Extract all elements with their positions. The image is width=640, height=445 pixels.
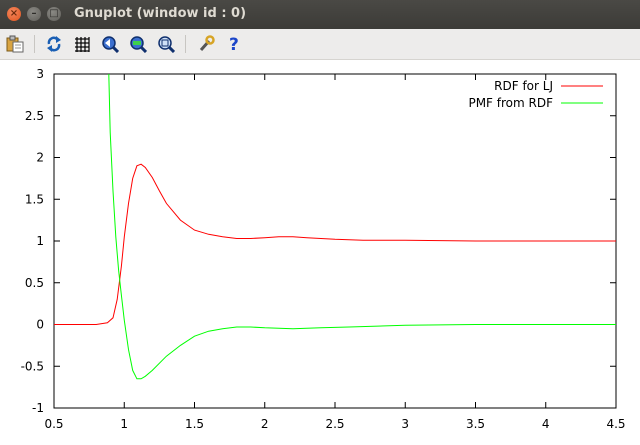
legend-label: RDF for LJ — [494, 79, 553, 93]
y-tick-label: -0.5 — [21, 359, 44, 373]
y-tick-label: -1 — [32, 401, 44, 415]
replot-icon — [47, 36, 61, 52]
x-tick-label: 2.5 — [325, 417, 344, 431]
x-tick-label: 4.5 — [606, 417, 625, 431]
y-tick-label: 2.5 — [25, 109, 44, 123]
toolbar-separator — [34, 35, 35, 53]
x-tick-label: 0.5 — [44, 417, 63, 431]
y-tick-label: 2 — [36, 151, 44, 165]
series-line-pmf — [108, 74, 616, 380]
grid-icon — [75, 37, 90, 52]
maximize-button[interactable]: □ — [47, 7, 61, 21]
toolbar: ? — [0, 29, 640, 60]
close-button[interactable]: × — [7, 7, 21, 21]
next-zoom-button[interactable] — [128, 34, 148, 54]
y-tick-label: 3 — [36, 67, 44, 81]
series-line-rdf — [54, 163, 616, 325]
x-tick-label: 3 — [401, 417, 409, 431]
next-zoom-icon — [130, 36, 147, 53]
toolbar-separator — [185, 35, 186, 53]
replot-button[interactable] — [44, 34, 64, 54]
help-button[interactable]: ? — [224, 34, 244, 54]
y-tick-label: 1.5 — [25, 192, 44, 206]
copy-to-clipboard-icon — [6, 35, 24, 53]
y-tick-label: 0.5 — [25, 276, 44, 290]
help-icon: ? — [229, 35, 239, 53]
legend-label: PMF from RDF — [468, 96, 553, 110]
y-tick-label: 1 — [36, 234, 44, 248]
previous-zoom-button[interactable] — [100, 34, 120, 54]
close-icon: × — [9, 8, 19, 19]
preferences-button[interactable] — [196, 34, 216, 54]
x-tick-label: 1 — [120, 417, 128, 431]
x-tick-label: 4 — [542, 417, 550, 431]
copy-to-clipboard-button[interactable] — [5, 34, 25, 54]
autoscale-button[interactable] — [156, 34, 176, 54]
y-tick-label: 0 — [36, 318, 44, 332]
maximize-icon: □ — [49, 8, 59, 19]
preferences-icon — [199, 35, 215, 51]
title-bar: × – □ Gnuplot (window id : 0) — [0, 0, 640, 29]
x-tick-label: 1.5 — [185, 417, 204, 431]
previous-zoom-icon — [102, 36, 119, 53]
x-tick-label: 3.5 — [466, 417, 485, 431]
window-title: Gnuplot (window id : 0) — [74, 6, 247, 21]
x-tick-label: 2 — [261, 417, 269, 431]
minimize-icon: – — [31, 8, 37, 19]
autoscale-icon — [158, 36, 175, 53]
minimize-button[interactable]: – — [27, 7, 41, 21]
plot-area[interactable]: 0.5 1 1.5 2 2.5 3 3.5 4 4.5 3 2.5 2 1.5 1 0.5 0 -0.5 -1 RD… — [0, 60, 640, 445]
svg-text:?: ? — [229, 35, 239, 53]
grid-button[interactable] — [72, 34, 92, 54]
